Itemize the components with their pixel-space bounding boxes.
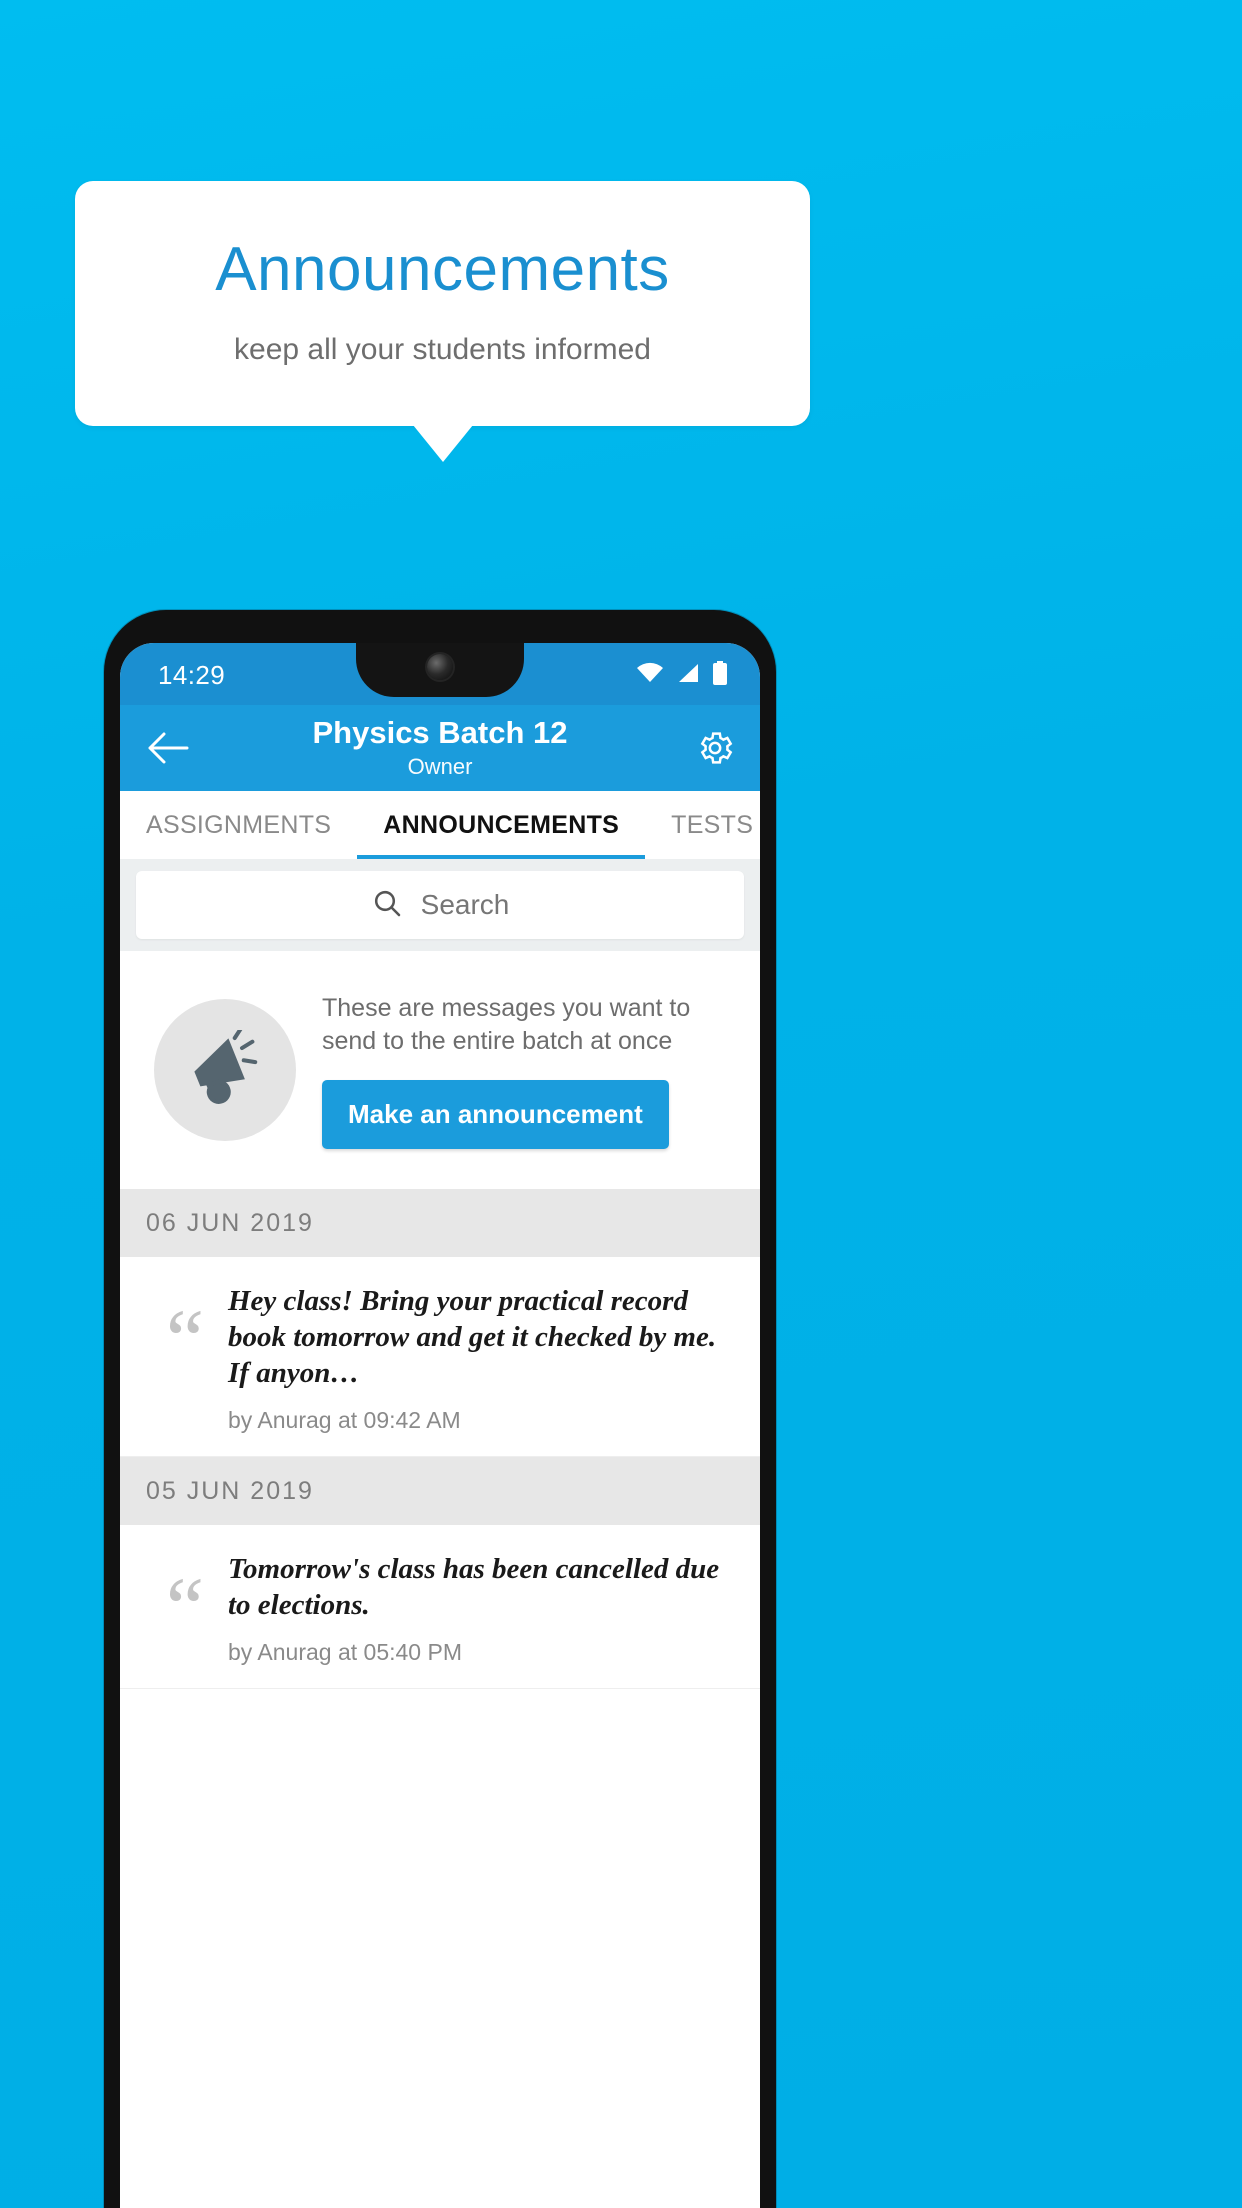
phone-assistant-button (104, 1050, 110, 1250)
announcement-meta: by Anurag at 09:42 AM (228, 1407, 461, 1433)
announcement-row[interactable]: “ Hey class! Bring your practical record… (120, 1257, 760, 1457)
phone-power-button (770, 870, 776, 950)
gear-icon (700, 732, 733, 764)
tab-tests[interactable]: TESTS (645, 791, 760, 859)
make-announcement-button[interactable]: Make an announcement (322, 1079, 669, 1149)
date-header: 05 JUN 2019 (120, 1457, 760, 1525)
phone-notch (356, 643, 524, 697)
promo-card-tail (413, 425, 473, 462)
quote-icon: “ (165, 1559, 205, 1655)
promo-title: Announcements (215, 235, 670, 304)
tab-bar: ASSIGNMENTS ANNOUNCEMENTS TESTS … (120, 791, 760, 859)
tab-assignments[interactable]: ASSIGNMENTS (120, 791, 357, 859)
quote-icon: “ (165, 1291, 205, 1387)
phone-screen: 14:29 Physics Batch 12 Owner ASSIGNMENTS… (120, 643, 760, 2208)
signal-icon (676, 662, 700, 689)
empty-state-content: These are messages you want to send to t… (322, 992, 744, 1149)
status-icons (636, 661, 728, 690)
date-header: 06 JUN 2019 (120, 1189, 760, 1257)
promo-card: Announcements keep all your students inf… (75, 181, 810, 426)
app-bar-titles: Physics Batch 12 Owner (120, 713, 760, 781)
phone-device: 14:29 Physics Batch 12 Owner ASSIGNMENTS… (104, 610, 776, 2208)
search-region: Search (120, 859, 760, 951)
megaphone-icon-circle (154, 999, 296, 1141)
announcement-body: Tomorrow's class has been cancelled due … (228, 1551, 738, 1666)
search-input[interactable]: Search (136, 871, 744, 939)
status-time: 14:29 (158, 660, 226, 690)
announcement-row[interactable]: “ Tomorrow's class has been cancelled du… (120, 1525, 760, 1689)
page-title: Physics Batch 12 (312, 715, 568, 750)
announcement-text: Tomorrow's class has been cancelled due … (228, 1553, 720, 1621)
promo-subtitle: keep all your students informed (234, 333, 651, 366)
search-icon (371, 887, 403, 924)
app-bar: Physics Batch 12 Owner (120, 705, 760, 791)
tab-announcements[interactable]: ANNOUNCEMENTS (357, 791, 646, 859)
empty-state-description: These are messages you want to send to t… (322, 993, 691, 1055)
wifi-icon (636, 662, 664, 689)
search-placeholder: Search (420, 889, 510, 920)
page-subtitle: Owner (407, 754, 473, 779)
announcement-empty-state: These are messages you want to send to t… (120, 951, 760, 1189)
battery-icon (712, 661, 728, 690)
announcement-body: Hey class! Bring your practical record b… (228, 1283, 738, 1434)
front-camera-icon (427, 654, 453, 680)
status-bar: 14:29 (120, 643, 760, 705)
phone-volume-button (770, 1130, 776, 1270)
megaphone-icon (194, 1030, 258, 1104)
announcement-meta: by Anurag at 05:40 PM (228, 1639, 462, 1665)
announcement-text: Hey class! Bring your practical record b… (228, 1285, 717, 1389)
settings-button[interactable] (688, 721, 742, 775)
